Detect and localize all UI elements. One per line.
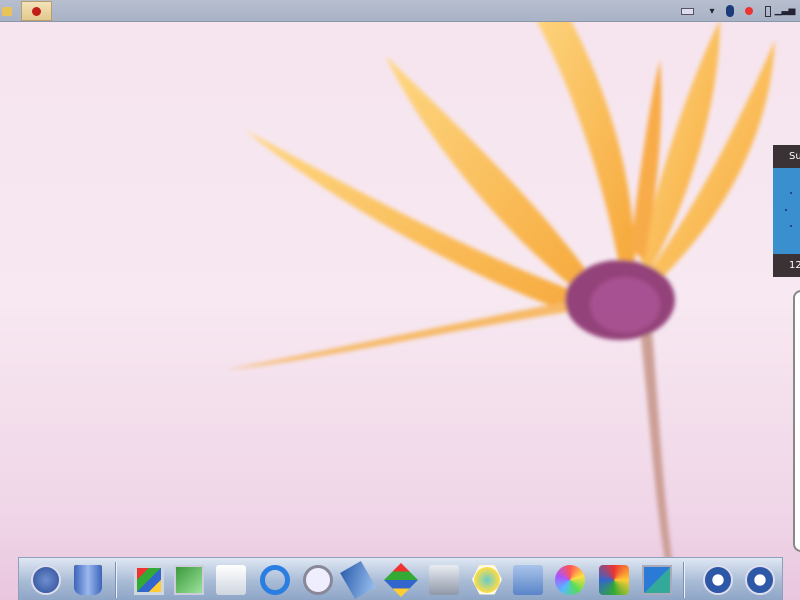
- settings-icon: [472, 564, 502, 595]
- widget-body: [773, 168, 800, 254]
- widget-header: Su: [789, 151, 800, 162]
- search-icon: [303, 564, 333, 595]
- side-panel[interactable]: [793, 290, 800, 552]
- dock-item-internet-explorer[interactable]: [256, 561, 294, 598]
- battery-icon[interactable]: [764, 3, 772, 19]
- dock-item-recent-folder[interactable]: [509, 561, 547, 598]
- my-computer-icon: [134, 564, 164, 595]
- taskbar-app-ladybug[interactable]: [21, 1, 52, 21]
- media-player-icon: [599, 564, 629, 595]
- power-icon: [745, 564, 775, 595]
- top-taskbar: ▾ ▁▃▅: [0, 0, 800, 22]
- dock-item-key[interactable]: [27, 561, 65, 598]
- logoff-icon: [703, 564, 733, 595]
- mail-icon: [216, 564, 246, 595]
- trash-icon: [74, 564, 102, 595]
- ladybug-icon: [32, 6, 41, 16]
- dock-item-media-player[interactable]: [595, 561, 633, 598]
- internet-explorer-icon: [260, 564, 290, 595]
- network-error-icon[interactable]: [743, 3, 755, 19]
- desktop-wallpaper: [225, 0, 775, 560]
- dock-item-dvd[interactable]: [551, 561, 589, 598]
- folder-icon: [2, 6, 12, 16]
- paint-icon: [642, 564, 672, 595]
- dock-item-hard-drive[interactable]: [425, 561, 463, 598]
- dock-item-settings[interactable]: [468, 561, 506, 598]
- book-icon: [340, 560, 376, 599]
- dock-item-my-computer[interactable]: [130, 561, 168, 598]
- chevron-down-icon[interactable]: ▾: [707, 3, 717, 19]
- dock-item-network[interactable]: [170, 561, 208, 598]
- taskbar-app-folder[interactable]: [0, 1, 14, 21]
- dock-item-windows[interactable]: [382, 561, 420, 598]
- dock-item-trash[interactable]: [69, 561, 107, 598]
- widget-footer: 12: [789, 260, 800, 271]
- calendar-widget[interactable]: Su 12: [773, 145, 800, 277]
- keyboard-icon[interactable]: [680, 3, 695, 19]
- network-icon: [174, 564, 204, 595]
- signal-icon[interactable]: ▁▃▅: [775, 3, 796, 19]
- dock-item-logoff[interactable]: [699, 561, 737, 598]
- recent-folder-icon: [513, 564, 543, 595]
- windows-icon: [384, 562, 418, 597]
- hard-drive-icon: [429, 564, 459, 595]
- dvd-icon: [555, 564, 585, 595]
- bluetooth-icon[interactable]: [725, 3, 735, 19]
- dock-item-search[interactable]: [299, 561, 337, 598]
- dock-item-book[interactable]: [339, 560, 377, 599]
- key-icon: [31, 564, 61, 595]
- dock: [18, 557, 783, 600]
- dock-separator: [115, 562, 117, 598]
- dock-item-paint[interactable]: [638, 561, 676, 598]
- dock-separator: [683, 562, 685, 598]
- dock-item-mail[interactable]: [212, 561, 250, 598]
- dock-item-power[interactable]: [741, 561, 779, 598]
